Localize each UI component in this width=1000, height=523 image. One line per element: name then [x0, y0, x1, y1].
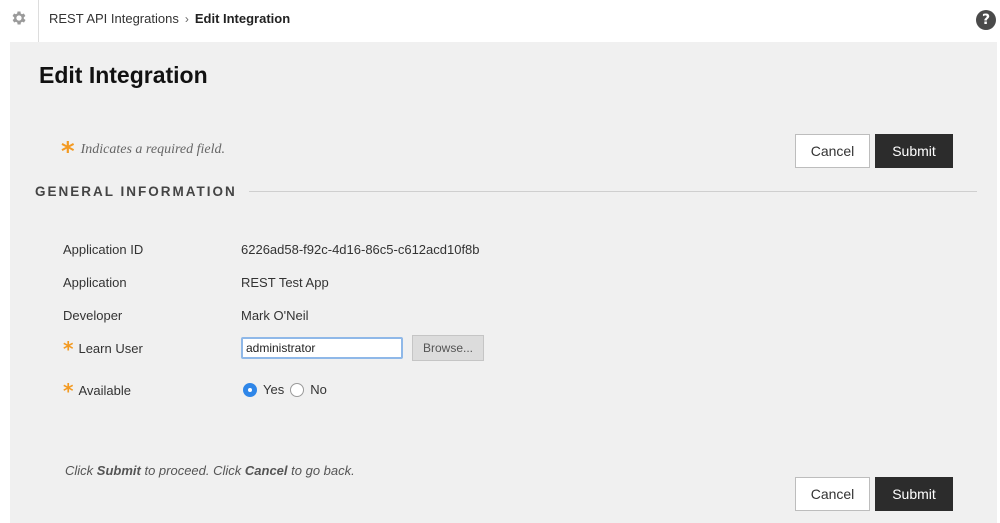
breadcrumb: REST API Integrations › Edit Integration — [49, 11, 290, 26]
required-note-text: Indicates a required field. — [80, 142, 225, 157]
field-row-application-id: Application ID 6226ad58-f92c-4d16-86c5-c… — [63, 242, 763, 264]
application-label: Application — [63, 275, 127, 290]
available-yes-label[interactable]: Yes — [263, 382, 284, 397]
available-label: * Available — [63, 378, 131, 403]
section-header: GENERAL INFORMATION — [35, 183, 977, 199]
breadcrumb-current: Edit Integration — [194, 11, 291, 26]
footer-text-1: Click — [65, 463, 97, 478]
cancel-button-bottom[interactable]: Cancel — [795, 477, 870, 511]
available-no-label[interactable]: No — [310, 382, 327, 397]
learn-user-input[interactable] — [241, 337, 403, 359]
breadcrumb-parent-link[interactable]: REST API Integrations — [49, 11, 179, 26]
developer-label: Developer — [63, 308, 123, 323]
learn-user-label: * Learn User — [63, 336, 143, 361]
help-icon[interactable]: ? — [976, 10, 996, 30]
settings-button[interactable] — [0, 0, 39, 42]
developer-value: Mark O'Neil — [241, 308, 309, 323]
application-value: REST Test App — [241, 275, 329, 290]
application-id-label: Application ID — [63, 242, 144, 257]
field-row-learn-user: * Learn User Browse... — [63, 335, 763, 363]
required-asterisk-icon: * — [61, 137, 75, 167]
cancel-button-top[interactable]: Cancel — [795, 134, 870, 168]
main-panel: Edit Integration * Indicates a required … — [10, 42, 997, 523]
learn-user-label-text: Learn User — [78, 341, 143, 356]
submit-button-top[interactable]: Submit — [875, 134, 953, 168]
available-label-text: Available — [78, 383, 131, 398]
browse-button[interactable]: Browse... — [412, 335, 484, 361]
available-radio-group: Yes No — [243, 382, 333, 397]
section-divider — [248, 190, 977, 192]
field-row-available: * Available Yes No — [63, 378, 763, 405]
application-id-value: 6226ad58-f92c-4d16-86c5-c612acd10f8b — [241, 242, 480, 257]
top-bar: REST API Integrations › Edit Integration… — [0, 0, 1000, 42]
footer-text-2: to proceed. Click — [140, 463, 245, 478]
gear-icon — [12, 11, 26, 25]
section-title: GENERAL INFORMATION — [35, 183, 237, 199]
footer-instructions: Click Submit to proceed. Click Cancel to… — [65, 463, 355, 478]
footer-submit-word: Submit — [96, 463, 141, 478]
available-no-radio[interactable] — [290, 382, 305, 397]
available-yes-radio[interactable] — [243, 382, 257, 397]
field-row-application: Application REST Test App — [63, 275, 763, 297]
page-title: Edit Integration — [39, 62, 208, 88]
submit-button-bottom[interactable]: Submit — [875, 477, 953, 511]
footer-text-3: to go back. — [287, 463, 355, 478]
field-row-developer: Developer Mark O'Neil — [63, 308, 763, 330]
required-asterisk-icon: * — [63, 336, 74, 361]
required-field-note: * Indicates a required field. — [61, 137, 225, 167]
required-asterisk-icon: * — [63, 378, 74, 403]
breadcrumb-separator: › — [184, 11, 189, 26]
footer-cancel-word: Cancel — [244, 463, 288, 478]
